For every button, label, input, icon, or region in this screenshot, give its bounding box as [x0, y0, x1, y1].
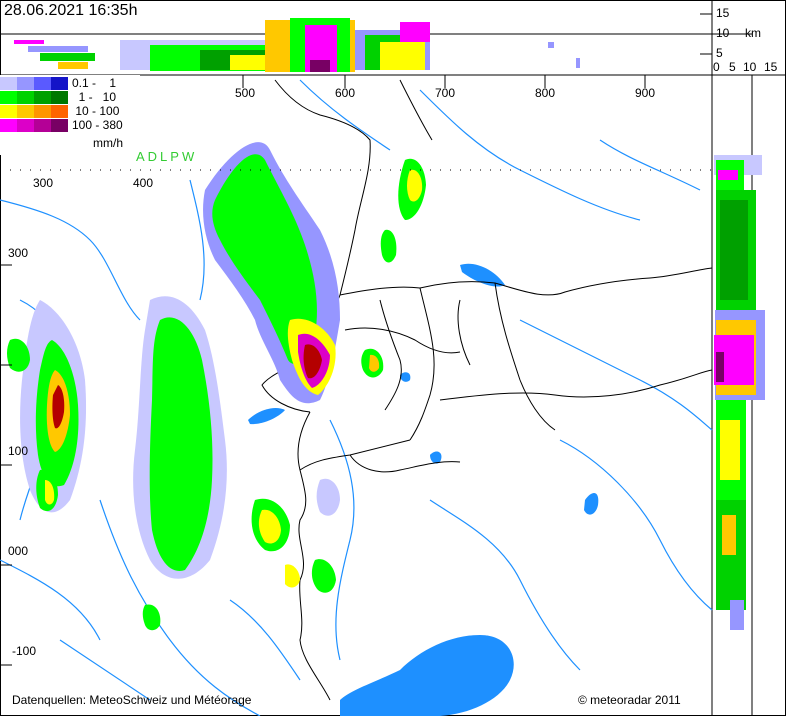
- legend-swatch: [17, 77, 34, 90]
- height-label-5: 5: [716, 46, 723, 60]
- legend-swatch: [51, 77, 68, 90]
- x-label-500: 500: [235, 86, 256, 100]
- height-bottom-label-10: 10: [743, 60, 757, 74]
- timestamp: 28.06.2021 16:35h: [4, 2, 138, 19]
- legend-label: 100 - 380: [72, 118, 123, 132]
- y-label-300: 300: [8, 246, 29, 260]
- x2-label-300: 300: [33, 176, 54, 190]
- legend-swatch: [17, 105, 34, 118]
- height-bottom-label-15: 15: [764, 60, 778, 74]
- legend-swatch: [17, 119, 34, 132]
- legend-swatch: [0, 77, 17, 90]
- legend-swatch: [51, 91, 68, 104]
- legend-swatch: [17, 91, 34, 104]
- legend-swatch: [34, 119, 51, 132]
- x-label-800: 800: [535, 86, 556, 100]
- y-label-minus-100: -100: [12, 644, 37, 658]
- x-label-600: 600: [335, 86, 356, 100]
- height-label-10: 10: [716, 26, 730, 40]
- legend-swatch: [34, 105, 51, 118]
- legend-swatch: [34, 77, 51, 90]
- legend-swatch: [0, 91, 17, 104]
- x2-label-400: 400: [133, 176, 154, 190]
- height-bottom-label-5: 5: [729, 60, 736, 74]
- height-unit: km: [745, 26, 761, 40]
- legend-label: 0.1 - 1: [72, 76, 117, 90]
- height-bottom-label-0: 0: [713, 60, 720, 74]
- x-label-700: 700: [435, 86, 456, 100]
- x-label-900: 900: [635, 86, 656, 100]
- y-label-100: 100: [8, 444, 29, 458]
- legend-swatch: [0, 105, 17, 118]
- data-source-credit: Datenquellen: MeteoSchweiz und Météorage: [12, 693, 252, 707]
- legend-label: 1 - 10: [72, 90, 117, 104]
- legend-swatch: [51, 105, 68, 118]
- legend-unit: mm/h: [93, 136, 123, 150]
- legend-swatch: [0, 119, 17, 132]
- station-code: ADLPW: [136, 149, 198, 164]
- legend-label: 10 - 100: [72, 104, 120, 118]
- legend-swatch: [51, 119, 68, 132]
- height-label-15: 15: [716, 6, 730, 20]
- y-label-000: 000: [8, 544, 29, 558]
- legend-swatch: [34, 91, 51, 104]
- copyright-credit: © meteoradar 2011: [578, 693, 681, 707]
